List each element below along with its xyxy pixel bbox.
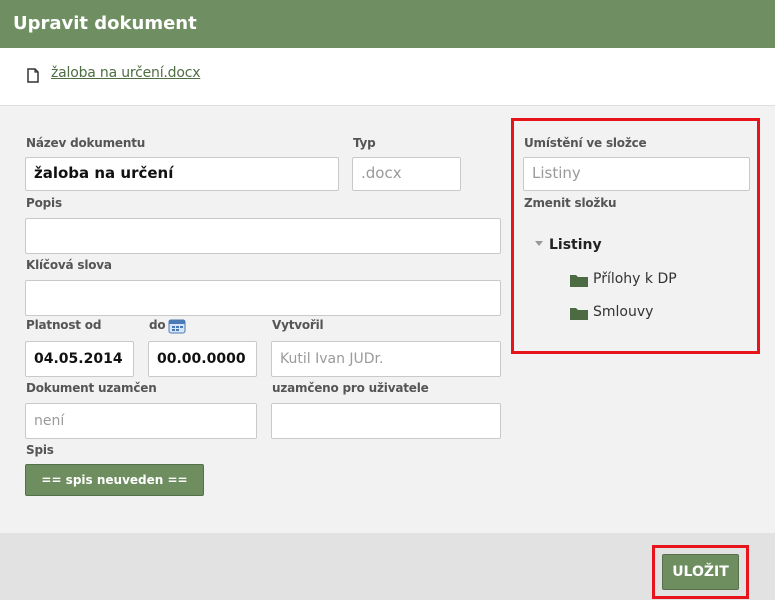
popis-label: Popis <box>26 196 62 210</box>
valid-from-label: Platnost od <box>26 318 102 332</box>
tree-item-prilohy[interactable]: Přílohy k DP <box>593 271 677 287</box>
created-by-input[interactable]: Kutil Ivan JUDr. <box>271 341 501 377</box>
description-input[interactable] <box>25 218 501 254</box>
valid-to-label: do <box>149 318 166 332</box>
keywords-label: Klíčová slova <box>26 258 112 272</box>
folder-input[interactable]: Listiny <box>523 157 750 191</box>
spis-button[interactable]: == spis neuveden == <box>25 464 204 496</box>
valid-from-input[interactable]: 04.05.2014 <box>25 341 134 377</box>
document-name-input[interactable]: žaloba na určení <box>25 157 339 191</box>
calendar-icon[interactable] <box>168 318 186 334</box>
dialog-footer <box>0 533 775 600</box>
document-icon <box>27 68 39 83</box>
typ-label: Typ <box>353 136 376 150</box>
tree-root-listiny[interactable]: Listiny <box>549 237 602 253</box>
dialog-title: Upravit dokument <box>0 0 775 48</box>
spis-label: Spis <box>26 443 54 457</box>
created-by-label: Vytvořil <box>272 318 324 332</box>
locked-for-input[interactable] <box>271 403 501 439</box>
tree-item-smlouvy[interactable]: Smlouvy <box>593 304 653 320</box>
locked-label: Dokument uzamčen <box>26 381 157 395</box>
valid-to-input[interactable]: 00.00.0000 <box>148 341 257 377</box>
locked-input[interactable]: není <box>25 403 257 439</box>
folder-icon <box>570 275 588 287</box>
folder-label: Umístění ve složce <box>524 136 647 150</box>
folder-icon <box>570 308 588 320</box>
keywords-input[interactable] <box>25 280 501 316</box>
locked-for-label: uzamčeno pro uživatele <box>272 381 429 395</box>
triangle-down-icon[interactable] <box>535 241 543 246</box>
type-input[interactable]: .docx <box>352 157 461 191</box>
file-bar: žaloba na určení.docx <box>0 48 775 106</box>
nazev-label: Název dokumentu <box>26 136 146 150</box>
change-folder-label: Zmenit složku <box>524 196 617 210</box>
save-button[interactable]: ULOŽIT <box>662 554 739 590</box>
file-link[interactable]: žaloba na určení.docx <box>51 65 200 81</box>
